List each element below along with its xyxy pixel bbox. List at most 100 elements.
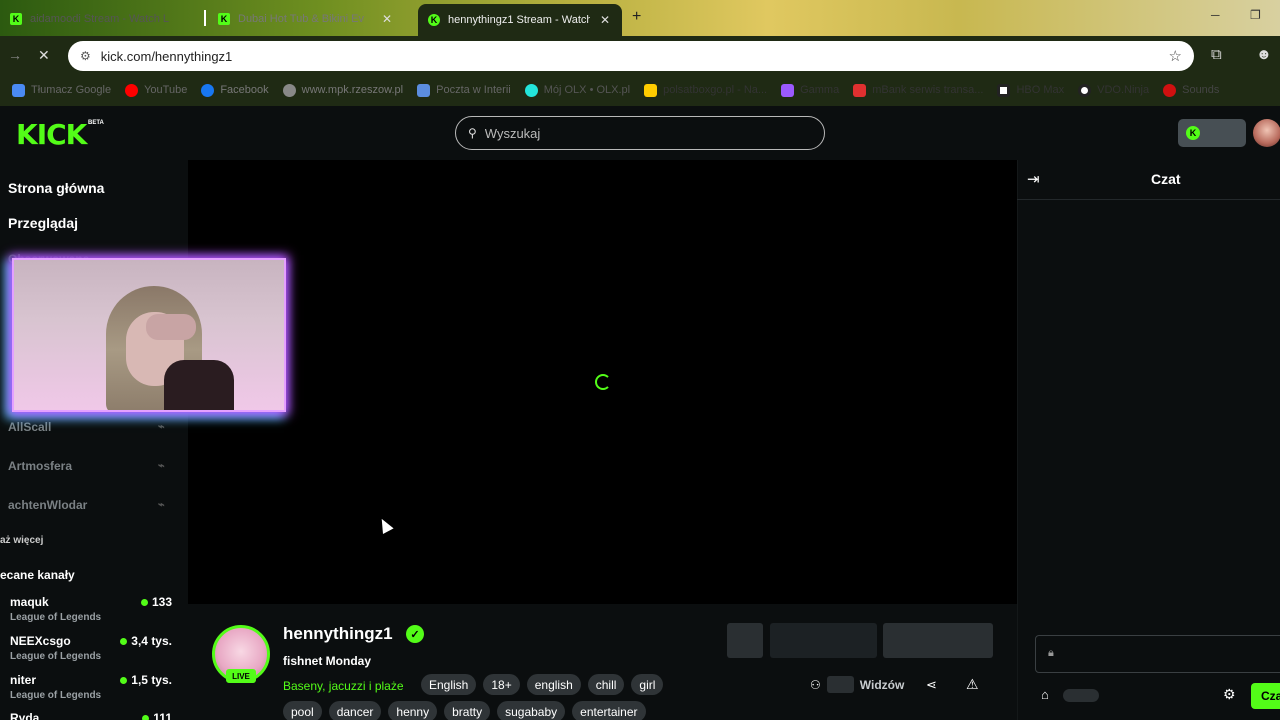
viewer-count: 3,4 tys.: [120, 634, 172, 648]
report-icon[interactable]: ⚠: [966, 676, 979, 693]
bookmark-item[interactable]: Mój OLX • OLX.pl: [524, 83, 630, 97]
bookmark-item[interactable]: polsatboxgo.pl - Na...: [644, 83, 767, 97]
url-field[interactable]: ⚙ kick.com/hennythingz1 ☆: [68, 41, 1194, 71]
chat-title: Czat: [1151, 171, 1181, 187]
bookmark-item[interactable]: Facebook: [201, 83, 269, 97]
viewer-count: 111: [142, 711, 172, 720]
restore-icon[interactable]: ❐: [1250, 8, 1261, 22]
recommended-channel[interactable]: NEEXcsgo League of Legends 3,4 tys.: [10, 634, 178, 662]
gear-icon[interactable]: ⚙: [1223, 686, 1236, 703]
tag[interactable]: chill: [587, 674, 625, 695]
action-button-placeholder[interactable]: [727, 623, 763, 658]
show-more-link[interactable]: aż więcej: [0, 535, 43, 546]
tag[interactable]: english: [526, 674, 581, 695]
bookmark-item[interactable]: Tłumacz Google: [12, 83, 111, 97]
webcam-shirt: [164, 360, 234, 410]
sidebar-item-browse[interactable]: Przeglądaj: [8, 215, 78, 231]
sidebar-item-home[interactable]: Strona główna: [8, 180, 104, 196]
olx-icon: [524, 83, 538, 97]
bookmark-item[interactable]: Sounds: [1163, 83, 1219, 97]
followed-channel[interactable]: Artmosfera ⌁: [8, 459, 188, 473]
browser-tab[interactable]: K Dubai Hot Tub & Bikini Ev ✕: [208, 6, 402, 32]
folder-icon: [644, 83, 658, 97]
kick-favicon-icon: K: [218, 13, 230, 25]
sounds-icon: [1163, 83, 1177, 97]
site-info-icon[interactable]: ⚙: [80, 49, 91, 63]
beta-label: BETA: [88, 120, 104, 126]
minimize-icon[interactable]: ─: [1211, 8, 1220, 22]
verified-icon: ✓: [406, 625, 424, 643]
action-button-placeholder[interactable]: [770, 623, 877, 658]
tag-list: pool dancer henny bratty sugababy entert…: [283, 701, 646, 720]
bookmark-item[interactable]: Gamma: [781, 83, 839, 97]
live-badge: LIVE: [226, 669, 256, 683]
browser-tab[interactable]: K aidamoodi Stream - Watch L: [0, 6, 179, 32]
tag[interactable]: English: [421, 674, 477, 695]
bookmarks-bar: Tłumacz Google YouTube Facebook www.mpk.…: [0, 74, 1280, 106]
bookmark-item[interactable]: HBO Max: [997, 83, 1064, 97]
tag-list: English 18+ english chill girl: [421, 674, 664, 695]
followed-channel[interactable]: AllScall ⌁: [8, 420, 188, 434]
bookmark-item[interactable]: VDO.Ninja: [1078, 83, 1149, 97]
user-avatar[interactable]: [1253, 119, 1280, 147]
profile-icon[interactable]: ☻: [1256, 46, 1272, 63]
chat-header: [1017, 160, 1280, 200]
tab-separator: [204, 10, 206, 26]
tag[interactable]: dancer: [328, 701, 382, 720]
search-bar[interactable]: ⚲: [455, 116, 825, 150]
kick-points-button[interactable]: K: [1178, 119, 1246, 147]
live-dot-icon: [142, 714, 150, 720]
facebook-icon: [201, 83, 215, 97]
recommended-channel[interactable]: niter League of Legends 1,5 tys.: [10, 673, 178, 701]
viewer-count: 1,5 tys.: [120, 673, 172, 687]
streamer-name[interactable]: hennythingz1: [283, 624, 393, 644]
send-chat-button[interactable]: Czat: [1251, 683, 1280, 709]
kick-favicon-icon: K: [10, 13, 22, 25]
chat-input[interactable]: [1035, 635, 1280, 673]
webcam-overlay: [12, 258, 286, 412]
gamma-icon: [781, 83, 795, 97]
followed-channel[interactable]: achtenWlodar ⌁: [8, 498, 188, 512]
mail-icon: [417, 83, 431, 97]
lock-icon: 🔒︎: [1048, 647, 1054, 659]
kick-favicon-icon: K: [428, 14, 440, 26]
extensions-icon[interactable]: ⧉: [1211, 46, 1222, 63]
bookmark-favicon-icon: [12, 83, 25, 97]
category-link[interactable]: Baseny, jacuzzi i plaże: [283, 679, 404, 693]
recommended-channel[interactable]: Ryda 111: [10, 711, 178, 720]
tag[interactable]: pool: [283, 701, 322, 720]
tag[interactable]: henny: [388, 701, 438, 720]
offline-icon: ⌁: [158, 460, 165, 472]
bookmark-item[interactable]: YouTube: [125, 83, 187, 97]
recommended-heading: ecane kanały: [0, 568, 75, 582]
bookmark-star-icon[interactable]: ☆: [1169, 47, 1182, 65]
follow-button-placeholder[interactable]: [883, 623, 993, 658]
tag[interactable]: 18+: [483, 674, 520, 695]
tag[interactable]: sugababy: [497, 701, 566, 720]
collapse-chat-icon[interactable]: ⇥: [1027, 170, 1040, 188]
forward-icon[interactable]: →: [8, 47, 22, 63]
recommended-channel[interactable]: maquk League of Legends 133: [10, 595, 178, 623]
bookmark-item[interactable]: Poczta w Interii: [417, 83, 511, 97]
webcam-hand: [146, 314, 196, 340]
ninja-icon: [1078, 83, 1092, 97]
kick-logo[interactable]: KICK: [16, 118, 87, 151]
viewer-count: 133: [140, 595, 172, 609]
browser-tab-active[interactable]: K hennythingz1 Stream - Watch L ✕: [418, 4, 622, 36]
kick-coin-icon: K: [1186, 126, 1200, 140]
bookmark-item[interactable]: mBank serwis transa...: [853, 83, 983, 97]
share-icon[interactable]: ⋖: [926, 677, 937, 693]
close-tab-icon[interactable]: ✕: [382, 12, 392, 26]
close-tab-icon[interactable]: ✕: [600, 13, 610, 27]
search-input[interactable]: [484, 125, 805, 141]
offline-icon: ⌁: [158, 499, 165, 511]
tag[interactable]: girl: [631, 674, 664, 695]
new-tab-icon[interactable]: +: [632, 8, 641, 26]
tag[interactable]: entertainer: [572, 701, 646, 720]
mbank-icon: [853, 83, 867, 97]
tag[interactable]: bratty: [444, 701, 491, 720]
bookmark-item[interactable]: www.mpk.rzeszow.pl: [282, 83, 403, 97]
store-icon[interactable]: ⌂: [1041, 687, 1049, 702]
stop-loading-icon[interactable]: ✕: [38, 47, 50, 64]
viewer-count-placeholder: [826, 676, 854, 693]
